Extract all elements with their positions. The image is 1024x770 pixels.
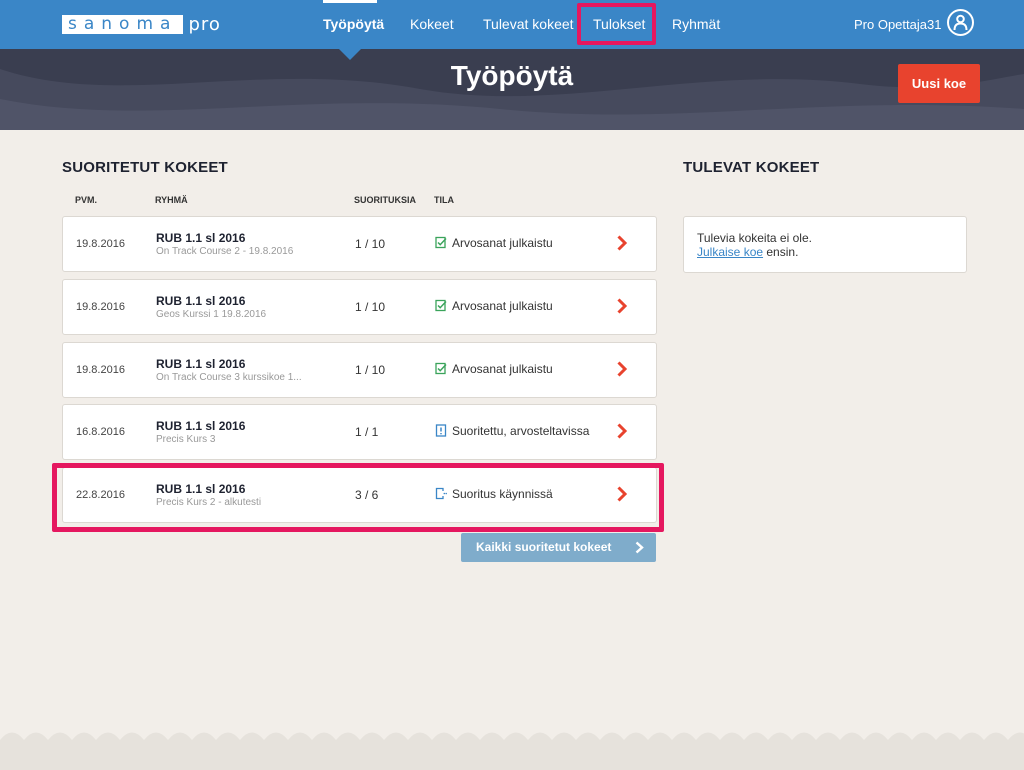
column-header-status: TILA <box>434 195 454 205</box>
published-check-icon <box>435 236 447 249</box>
column-header-count: SUORITUKSIA <box>354 195 417 205</box>
sanoma-pro-logo[interactable]: sanoma pro <box>62 13 221 35</box>
published-check-icon <box>435 362 447 375</box>
logo-suffix: pro <box>188 13 221 35</box>
row-date: 19.8.2016 <box>76 238 125 250</box>
column-header-group: RYHMÄ <box>155 195 188 205</box>
row-submission-count: 1 / 10 <box>355 300 386 314</box>
row-date: 22.8.2016 <box>76 489 125 501</box>
nav-tab-tyopoyta[interactable]: Työpöytä <box>323 0 384 49</box>
new-test-button[interactable]: Uusi koe <box>898 64 980 103</box>
row-submission-count: 1 / 1 <box>355 425 379 439</box>
table-row[interactable]: 16.8.2016 RUB 1.1 sl 2016 Precis Kurs 3 1 /… <box>62 404 657 460</box>
published-check-icon <box>435 299 447 312</box>
chevron-right-icon[interactable] <box>616 234 628 252</box>
nav-tab-kokeet[interactable]: Kokeet <box>410 0 454 49</box>
row-course: Geos Kurssi 1 19.8.2016 <box>156 309 267 320</box>
row-status: Arvosanat julkaistu <box>452 299 553 313</box>
row-date: 16.8.2016 <box>76 426 125 438</box>
table-row[interactable]: 22.8.2016 RUB 1.1 sl 2016 Precis Kurs 2 - … <box>62 467 657 523</box>
row-date: 19.8.2016 <box>76 364 125 376</box>
row-status: Suoritettu, arvosteltavissa <box>452 424 590 438</box>
column-header-date: PVM. <box>75 195 98 205</box>
in-progress-icon <box>435 487 447 500</box>
page-title: Työpöytä <box>450 60 574 91</box>
row-status: Suoritus käynnissä <box>452 487 553 501</box>
chevron-right-icon[interactable] <box>616 422 628 440</box>
row-group: RUB 1.1 sl 2016 <box>156 419 246 433</box>
row-status: Arvosanat julkaistu <box>452 362 553 376</box>
row-status: Arvosanat julkaistu <box>452 236 553 250</box>
upcoming-after-link-text: ensin. <box>763 245 799 259</box>
row-group: RUB 1.1 sl 2016 <box>156 482 246 496</box>
upcoming-tests-title: TULEVAT KOKEET <box>683 159 820 176</box>
row-group: RUB 1.1 sl 2016 <box>156 294 246 308</box>
row-submission-count: 3 / 6 <box>355 488 379 502</box>
chevron-right-icon <box>635 541 644 554</box>
chevron-right-icon[interactable] <box>616 360 628 378</box>
table-row[interactable]: 19.8.2016 RUB 1.1 sl 2016 Geos Kurssi 1 19… <box>62 279 657 335</box>
publish-test-link[interactable]: Julkaise koe <box>697 245 763 259</box>
chevron-right-icon[interactable] <box>616 297 628 315</box>
logo-brand: sanoma <box>62 14 184 34</box>
completed-tests-title: SUORITETUT KOKEET <box>62 159 228 176</box>
gradable-exclamation-icon <box>435 424 447 437</box>
row-course: On Track Course 2 - 19.8.2016 <box>156 246 294 257</box>
row-course: Precis Kurs 3 <box>156 434 216 445</box>
table-row[interactable]: 19.8.2016 RUB 1.1 sl 2016 On Track Course … <box>62 216 657 272</box>
all-completed-tests-label: Kaikki suoritetut kokeet <box>476 540 612 554</box>
nav-tab-tulokset[interactable]: Tulokset <box>593 0 645 49</box>
upcoming-tests-panel: Tulevia kokeita ei ole. Julkaise koe ens… <box>683 216 967 273</box>
person-icon <box>953 14 968 31</box>
row-course: On Track Course 3 kurssikoe 1... <box>156 372 302 383</box>
row-submission-count: 1 / 10 <box>355 363 386 377</box>
user-avatar-icon[interactable] <box>947 9 974 36</box>
row-date: 19.8.2016 <box>76 301 125 313</box>
all-completed-tests-button[interactable]: Kaikki suoritetut kokeet <box>461 533 656 562</box>
nav-tab-ryhmat[interactable]: Ryhmät <box>672 0 720 49</box>
top-navigation: sanoma pro Työpöytä Kokeet Tulevat kokee… <box>0 0 1024 49</box>
upcoming-empty-text: Tulevia kokeita ei ole. <box>697 231 812 245</box>
chevron-right-icon[interactable] <box>616 485 628 503</box>
row-submission-count: 1 / 10 <box>355 237 386 251</box>
row-course: Precis Kurs 2 - alkutesti <box>156 497 262 508</box>
nav-tab-tulevat-kokeet[interactable]: Tulevat kokeet <box>483 0 574 49</box>
active-tab-caret <box>338 48 362 60</box>
user-name[interactable]: Pro Opettaja31 <box>854 0 941 49</box>
row-group: RUB 1.1 sl 2016 <box>156 231 246 245</box>
table-row[interactable]: 19.8.2016 RUB 1.1 sl 2016 On Track Course … <box>62 342 657 398</box>
footer-wave-decoration <box>0 732 1024 770</box>
row-group: RUB 1.1 sl 2016 <box>156 357 246 371</box>
